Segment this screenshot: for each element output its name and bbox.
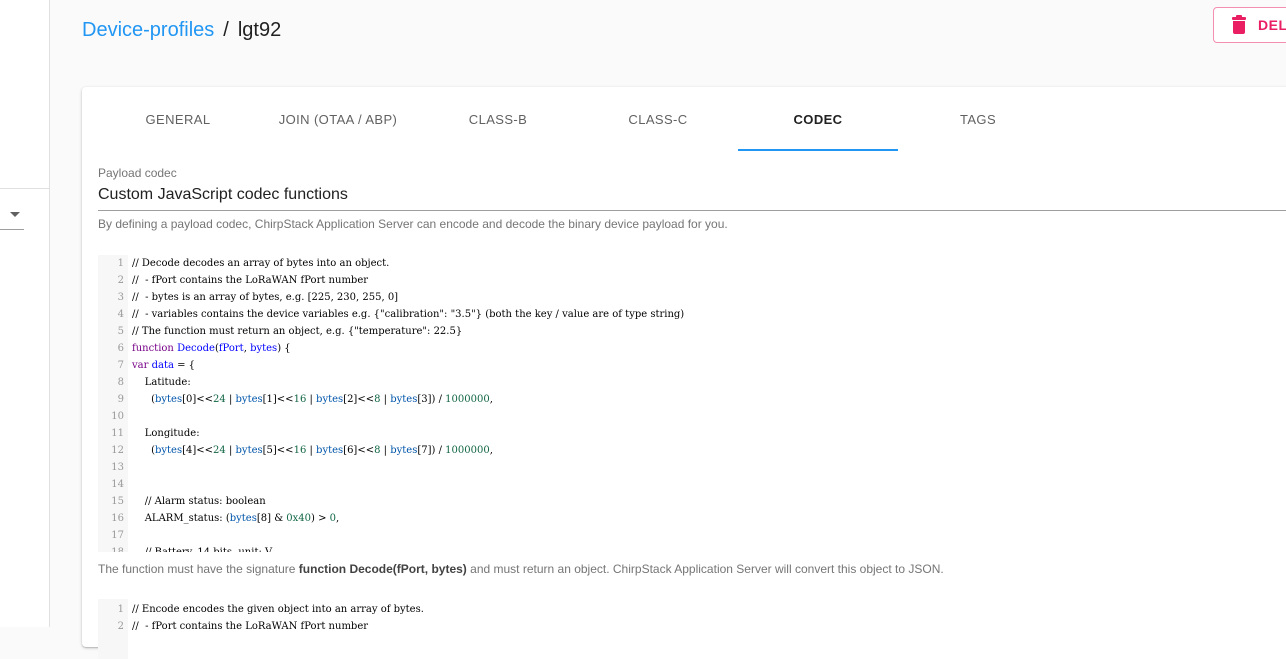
- decode-function-editor[interactable]: 1// Decode decodes an array of bytes int…: [98, 255, 1286, 552]
- tab-class-c[interactable]: CLASS-C: [578, 87, 738, 151]
- sidebar-divider: [0, 188, 49, 189]
- trash-icon: [1232, 15, 1246, 34]
- page-title: lgt92: [237, 19, 282, 41]
- delete-button[interactable]: DEL: [1213, 7, 1286, 43]
- tab-bar: GENERAL JOIN (OTAA / ABP) CLASS-B CLASS-…: [98, 87, 1058, 151]
- tab-class-b[interactable]: CLASS-B: [418, 87, 578, 151]
- tab-codec[interactable]: CODEC: [738, 87, 898, 151]
- sidebar: [0, 0, 50, 627]
- payload-codec-helper: By defining a payload codec, ChirpStack …: [98, 217, 728, 231]
- breadcrumb-device-profiles-link[interactable]: Device-profiles: [82, 19, 214, 42]
- sidebar-select[interactable]: [0, 229, 24, 230]
- tab-tags[interactable]: TAGS: [898, 87, 1058, 151]
- tab-general[interactable]: GENERAL: [98, 87, 258, 151]
- delete-button-label: DEL: [1258, 17, 1286, 33]
- decode-function-helper: The function must have the signature fun…: [98, 562, 944, 576]
- breadcrumb-separator: /: [223, 19, 229, 41]
- tab-join[interactable]: JOIN (OTAA / ABP): [258, 87, 418, 151]
- encode-function-editor[interactable]: 1// Encode encodes the given object into…: [98, 599, 1286, 659]
- device-profile-card: GENERAL JOIN (OTAA / ABP) CLASS-B CLASS-…: [82, 87, 1286, 659]
- breadcrumb: Device-profiles / lgt92: [82, 19, 281, 42]
- payload-codec-select[interactable]: Custom JavaScript codec functions: [98, 186, 1286, 211]
- chevron-down-icon[interactable]: [10, 212, 20, 217]
- payload-codec-label: Payload codec: [98, 166, 177, 180]
